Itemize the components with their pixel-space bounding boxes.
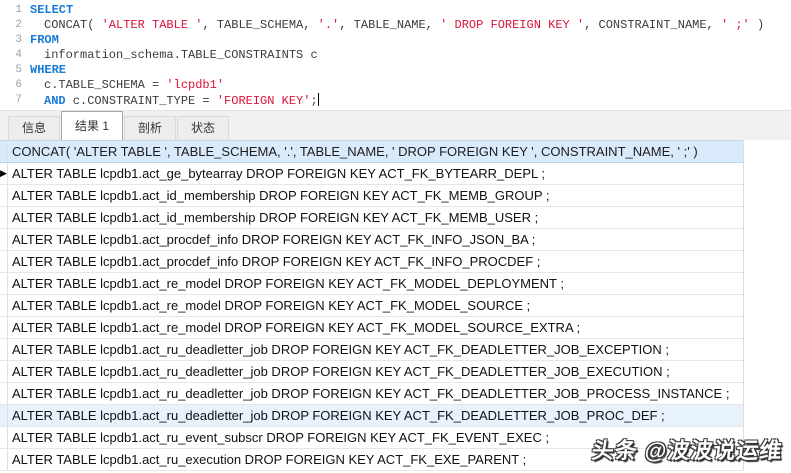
result-cell[interactable]: ALTER TABLE lcpdb1.act_re_model DROP FOR… [8,273,743,294]
table-row[interactable]: ALTER TABLE lcpdb1.act_ru_execution DROP… [0,449,743,471]
code-line-7: 7 AND c.CONSTRAINT_TYPE = 'FOREIGN KEY'; [0,93,791,108]
code-token-kw: WHERE [30,63,67,77]
table-row[interactable]: ALTER TABLE lcpdb1.act_re_model DROP FOR… [0,317,743,339]
result-cell[interactable]: ALTER TABLE lcpdb1.act_id_membership DRO… [8,207,743,228]
result-cell[interactable]: ALTER TABLE lcpdb1.act_ru_event_subscr D… [8,427,743,448]
code-token-kw: SELECT [30,3,74,17]
code-line-5: 5 WHERE [0,63,791,78]
code-token-kw: AND [44,94,66,108]
code-token-plain: c.CONSTRAINT_TYPE = [65,94,217,108]
code-text: c.TABLE_SCHEMA = 'lcpdb1' [30,78,791,93]
line-number: 2 [15,19,22,31]
code-token-str: ' DROP FOREIGN KEY ' [440,18,585,32]
result-cell[interactable]: ALTER TABLE lcpdb1.act_ru_deadletter_job… [8,339,743,360]
row-marker [0,229,8,250]
line-number: 7 [15,94,22,106]
line-number: 5 [15,64,22,76]
row-marker [0,185,8,206]
code-token-plain: c.TABLE_SCHEMA = [44,78,167,92]
result-cell[interactable]: ALTER TABLE lcpdb1.act_re_model DROP FOR… [8,317,743,338]
table-row[interactable]: ALTER TABLE lcpdb1.act_ru_deadletter_job… [0,383,743,405]
sql-editor[interactable]: 1 SELECT 2 CONCAT( 'ALTER TABLE ', TABLE_SC… [0,0,791,110]
table-row[interactable]: ALTER TABLE lcpdb1.act_ru_deadletter_job… [0,339,743,361]
code-text: WHERE [30,63,791,78]
code-line-4: 4 information_schema.TABLE_CONSTRAINTS c [0,48,791,63]
result-cell[interactable]: ALTER TABLE lcpdb1.act_ru_execution DROP… [8,449,743,470]
result-cell[interactable]: ALTER TABLE lcpdb1.act_procdef_info DROP… [8,229,743,250]
tab-info[interactable]: 信息 [8,116,61,140]
code-line-6: 6 c.TABLE_SCHEMA = 'lcpdb1' [0,78,791,93]
table-row[interactable]: ALTER TABLE lcpdb1.act_procdef_info DROP… [0,251,743,273]
result-cell[interactable]: ALTER TABLE lcpdb1.act_ru_deadletter_job… [8,361,743,382]
result-cell[interactable]: ALTER TABLE lcpdb1.act_id_membership DRO… [8,185,743,206]
code-token-plain: ) [749,18,765,32]
row-marker [0,207,8,228]
code-line-3: 3 FROM [0,33,791,48]
code-line-2: 2 CONCAT( 'ALTER TABLE ', TABLE_SCHEMA, '… [0,18,791,33]
code-token-plain: , TABLE_NAME, [339,18,441,32]
row-marker: ▶ [0,163,8,184]
row-marker-header [0,141,8,162]
grid-rows: ▶ ALTER TABLE lcpdb1.act_ge_bytearray DRO… [0,163,743,471]
table-row[interactable]: ALTER TABLE lcpdb1.act_procdef_info DROP… [0,229,743,251]
text-caret [317,93,319,106]
result-tab-bar: 信息 结果 1 剖析 状态 [0,110,791,140]
row-marker [0,361,8,382]
code-line-1: 1 SELECT [0,3,791,18]
code-token-plain: , CONSTRAINT_NAME, [584,18,721,32]
line-number: 4 [15,49,22,61]
code-text: information_schema.TABLE_CONSTRAINTS c [30,48,791,63]
table-row[interactable]: ALTER TABLE lcpdb1.act_ru_deadletter_job… [0,361,743,383]
code-text: CONCAT( 'ALTER TABLE ', TABLE_SCHEMA, '.… [30,18,791,33]
result-cell[interactable]: ALTER TABLE lcpdb1.act_re_model DROP FOR… [8,295,743,316]
code-token-plain: information_schema.TABLE_CONSTRAINTS c [44,48,318,62]
result-grid: CONCAT( 'ALTER TABLE ', TABLE_SCHEMA, '.… [0,140,744,471]
row-marker [0,427,8,448]
code-token-str: ' ;' [720,18,750,32]
tab-profile[interactable]: 剖析 [124,116,177,140]
table-row[interactable]: ALTER TABLE lcpdb1.act_id_membership DRO… [0,185,743,207]
table-row[interactable]: ALTER TABLE lcpdb1.act_ru_event_subscr D… [0,427,743,449]
grid-column-header[interactable]: CONCAT( 'ALTER TABLE ', TABLE_SCHEMA, '.… [0,140,743,163]
row-marker [0,295,8,316]
row-marker [0,383,8,404]
sql-query-app: 1 SELECT 2 CONCAT( 'ALTER TABLE ', TABLE_SC… [0,0,791,473]
table-row[interactable]: ALTER TABLE lcpdb1.act_re_model DROP FOR… [0,273,743,295]
line-number: 6 [15,79,22,91]
code-text: FROM [30,33,791,48]
code-token-str: 'ALTER TABLE ' [101,18,203,32]
code-token-str: '.' [317,18,340,32]
row-marker [0,251,8,272]
line-number: 1 [15,4,22,16]
code-text: AND c.CONSTRAINT_TYPE = 'FOREIGN KEY'; [30,93,791,108]
table-row[interactable]: ALTER TABLE lcpdb1.act_ru_deadletter_job… [0,405,743,427]
current-row-arrow-icon: ▶ [0,168,7,178]
row-marker [0,449,8,470]
result-cell[interactable]: ALTER TABLE lcpdb1.act_procdef_info DROP… [8,251,743,272]
code-text: SELECT [30,3,791,18]
code-token-str: 'FOREIGN KEY' [216,94,311,108]
tab-result-1[interactable]: 结果 1 [61,111,124,140]
result-cell[interactable]: ALTER TABLE lcpdb1.act_ru_deadletter_job… [8,383,743,404]
table-row[interactable]: ▶ ALTER TABLE lcpdb1.act_ge_bytearray DRO… [0,163,743,185]
tab-status[interactable]: 状态 [177,116,230,140]
table-row[interactable]: ALTER TABLE lcpdb1.act_re_model DROP FOR… [0,295,743,317]
result-cell[interactable]: ALTER TABLE lcpdb1.act_ge_bytearray DROP… [8,163,743,184]
code-token-plain: CONCAT( [44,18,102,32]
row-marker [0,273,8,294]
grid-column-header-label: CONCAT( 'ALTER TABLE ', TABLE_SCHEMA, '.… [12,144,698,159]
code-token-plain: , TABLE_SCHEMA, [202,18,318,32]
table-row[interactable]: ALTER TABLE lcpdb1.act_id_membership DRO… [0,207,743,229]
result-cell[interactable]: ALTER TABLE lcpdb1.act_ru_deadletter_job… [8,405,743,426]
line-number: 3 [15,34,22,46]
row-marker [0,317,8,338]
code-token-kw: FROM [30,33,59,47]
row-marker [0,405,8,426]
row-marker [0,339,8,360]
code-token-str: 'lcpdb1' [166,78,225,92]
code-token-plain: ; [310,94,318,108]
